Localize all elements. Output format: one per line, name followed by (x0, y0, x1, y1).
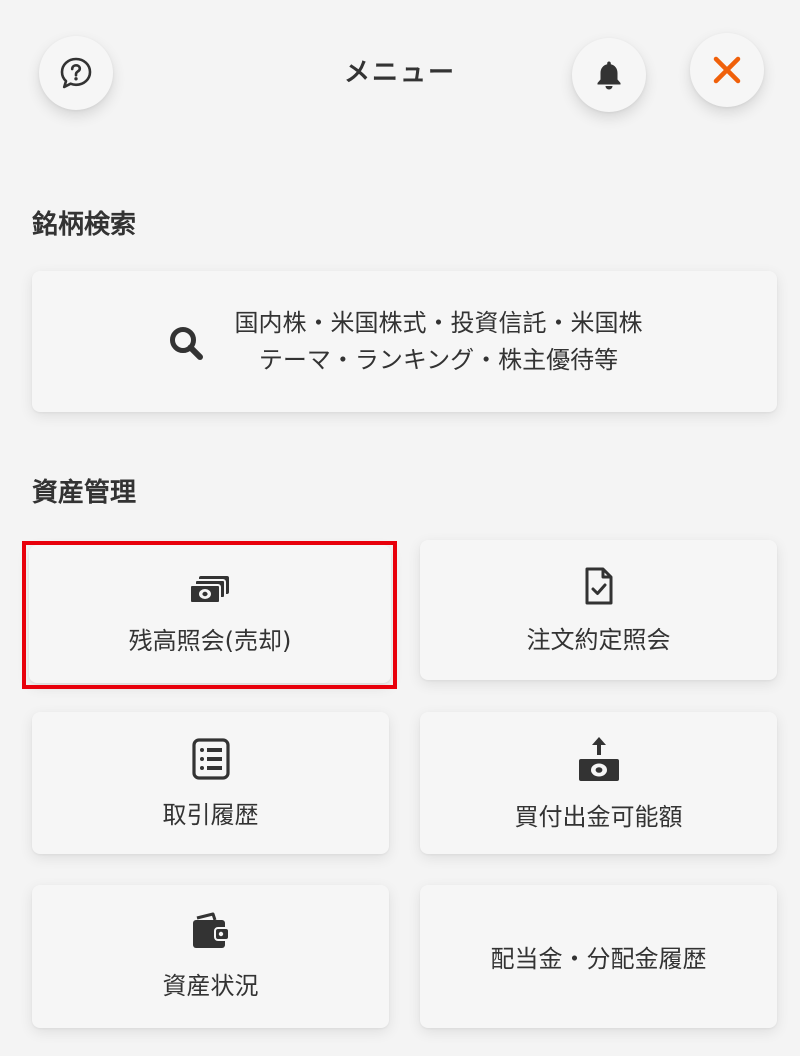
available-amount-label: 買付出金可能額 (514, 802, 683, 831)
dividend-history-label: 配当金・分配金履歴 (490, 945, 707, 973)
close-button[interactable] (690, 33, 764, 107)
asset-status-card[interactable]: 資産状況 (32, 885, 389, 1028)
help-button[interactable] (39, 36, 113, 110)
asset-status-label: 資産状況 (162, 972, 259, 1000)
search-icon (169, 326, 203, 360)
list-document-icon (191, 737, 230, 780)
notifications-button[interactable] (572, 38, 646, 112)
bell-icon (597, 61, 621, 90)
transaction-history-label: 取引履歴 (162, 800, 259, 829)
close-icon (713, 56, 741, 84)
wallet-icon (192, 912, 230, 948)
stock-search-description: 国内株・米国株式・投資信託・米国株 テーマ・ランキング・株主優待等 (235, 305, 643, 379)
document-check-icon (585, 567, 612, 604)
money-withdraw-icon (578, 736, 619, 781)
stock-search-card[interactable]: 国内株・米国株式・投資信託・米国株 テーマ・ランキング・株主優待等 (32, 271, 777, 412)
menu-page: メニュー 銘柄検索 国内株・米国株式・投資信託・米国株 テーマ・ランキング・株主… (0, 0, 800, 1056)
section-heading-asset-management: 資産管理 (32, 478, 137, 508)
transaction-history-card[interactable]: 取引履歴 (32, 712, 389, 854)
menu-header: メニュー (0, 0, 800, 150)
balance-inquiry-card[interactable]: 残高照会(売却) (29, 545, 391, 683)
stock-search-line-1: 国内株・米国株式・投資信託・米国株 (234, 308, 643, 337)
dividend-history-card[interactable]: 配当金・分配金履歴 (420, 885, 777, 1028)
banknotes-icon (189, 575, 229, 604)
section-heading-stock-search: 銘柄検索 (32, 210, 137, 240)
order-execution-card[interactable]: 注文約定照会 (420, 540, 777, 680)
available-amount-card[interactable]: 買付出金可能額 (420, 712, 777, 854)
stock-search-line-2: テーマ・ランキング・株主優待等 (258, 345, 619, 374)
page-title: メニュー (343, 58, 456, 88)
order-execution-label: 注文約定照会 (526, 625, 671, 654)
question-bubble-icon (60, 57, 92, 89)
balance-inquiry-label: 残高照会(売却) (128, 626, 292, 655)
